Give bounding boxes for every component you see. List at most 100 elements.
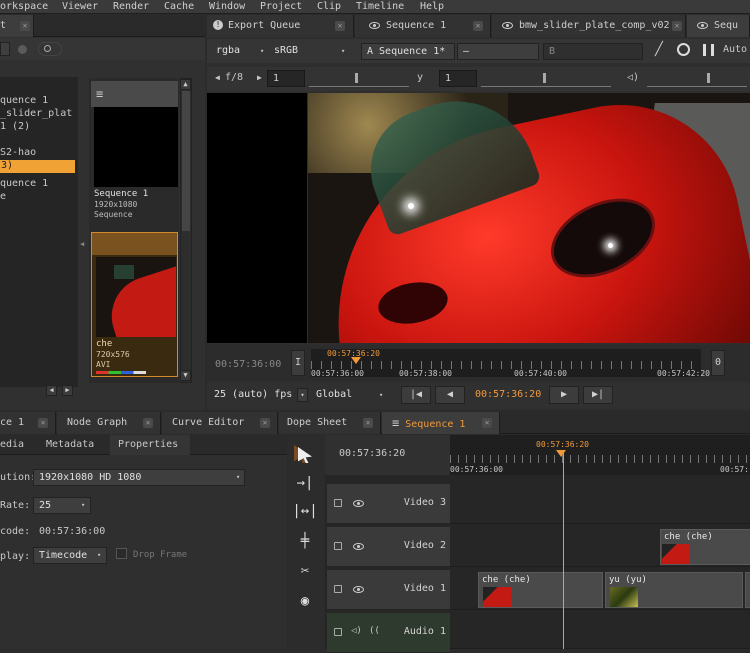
- go-to-start-button[interactable]: |◀: [401, 386, 431, 404]
- track-row-audio-1[interactable]: [450, 613, 750, 649]
- format-dropdown[interactable]: 1920x1080 HD 1080: [33, 469, 245, 486]
- display-dropdown[interactable]: Timecode: [33, 547, 107, 564]
- close-icon[interactable]: ✕: [20, 21, 30, 31]
- track-row-video-1[interactable]: che (che) yu (yu): [450, 570, 750, 610]
- close-icon[interactable]: ✕: [672, 21, 682, 31]
- eye-icon[interactable]: [353, 500, 364, 507]
- clip[interactable]: [745, 572, 750, 608]
- lock-icon[interactable]: [334, 585, 342, 593]
- waveform-icon[interactable]: ((: [369, 626, 380, 636]
- gamma-field[interactable]: 1: [439, 70, 477, 87]
- close-icon[interactable]: ✕: [335, 21, 345, 31]
- gamma-slider[interactable]: [481, 73, 611, 87]
- tab-project[interactable]: t ✕: [0, 15, 34, 37]
- thumbnail-clip-selected[interactable]: che 720x576 AVI: [91, 232, 178, 377]
- auto-label[interactable]: Auto: [723, 44, 747, 55]
- menu-workspace[interactable]: orkspace: [0, 1, 48, 12]
- tab-node-graph[interactable]: Node Graph ✕: [57, 412, 161, 434]
- tab-sequence-viewer[interactable]: Sequ: [687, 15, 750, 37]
- menu-window[interactable]: Window: [209, 1, 245, 12]
- volume-slider[interactable]: [647, 73, 747, 87]
- playhead-icon[interactable]: [556, 450, 566, 457]
- tab-dope-sheet[interactable]: Dope Sheet ✕: [279, 412, 381, 434]
- gear-icon[interactable]: [677, 43, 690, 56]
- speaker-icon[interactable]: ◁): [351, 626, 362, 636]
- menu-cache[interactable]: Cache: [164, 1, 194, 12]
- close-icon[interactable]: ✕: [143, 418, 153, 428]
- timeline-ruler[interactable]: 00:57:36:20 00:57:36:00 00:57:: [450, 435, 750, 475]
- scroll-down-icon[interactable]: ▼: [180, 370, 191, 381]
- menu-viewer[interactable]: Viewer: [62, 1, 98, 12]
- colorspace-dropdown[interactable]: sRGB: [269, 43, 349, 60]
- clip[interactable]: yu (yu): [605, 572, 743, 608]
- start-timecode-value[interactable]: 00:57:36:00: [39, 526, 105, 537]
- audio-icon[interactable]: ◁): [627, 72, 639, 83]
- track-row-video-3[interactable]: [450, 484, 750, 524]
- menu-render[interactable]: Render: [113, 1, 149, 12]
- subtab-metadata[interactable]: Metadata: [46, 439, 94, 450]
- track-header-video-2[interactable]: Video 2: [327, 527, 450, 567]
- search-icon[interactable]: [38, 42, 62, 56]
- menu-project[interactable]: Project: [260, 1, 302, 12]
- multi-tool-icon[interactable]: ◉: [292, 590, 318, 612]
- go-to-end-button[interactable]: ▶|: [583, 386, 613, 404]
- track-header-video-1[interactable]: Video 1: [327, 570, 450, 610]
- playback-timecode[interactable]: 00:57:36:20: [475, 389, 541, 400]
- eye-icon[interactable]: [353, 543, 364, 550]
- close-icon[interactable]: ✕: [260, 418, 270, 428]
- zero-field[interactable]: 0: [711, 350, 725, 376]
- pause-icon[interactable]: [703, 44, 714, 56]
- record-icon[interactable]: [18, 45, 27, 54]
- timeline-timecode[interactable]: 00:57:36:20: [339, 448, 405, 459]
- subtab-properties[interactable]: Properties: [110, 435, 190, 455]
- menu-clip[interactable]: Clip: [317, 1, 341, 12]
- play-button[interactable]: ▶: [549, 386, 579, 404]
- drop-frame-checkbox[interactable]: [116, 548, 127, 559]
- lock-icon[interactable]: [334, 628, 342, 636]
- chevron-down-icon[interactable]: ▾: [297, 388, 308, 402]
- tree-item[interactable]: quence 1: [0, 95, 48, 106]
- fps-dropdown[interactable]: 25 (auto) fps: [209, 387, 297, 404]
- gain-slider[interactable]: [309, 73, 409, 87]
- tab-sequence-timeline[interactable]: ≡ Sequence 1 ✕: [382, 412, 500, 434]
- tree-item[interactable]: _slider_plat: [0, 108, 72, 119]
- prev-fstop-icon[interactable]: ◀: [215, 73, 220, 82]
- menu-timeline[interactable]: Timeline: [356, 1, 404, 12]
- tree-item[interactable]: S2-hao: [0, 147, 36, 158]
- close-icon[interactable]: ✕: [473, 21, 483, 31]
- step-back-button[interactable]: ◀: [435, 386, 465, 404]
- trim-tool-icon[interactable]: |↔|: [292, 500, 318, 522]
- lock-icon[interactable]: [334, 499, 342, 507]
- track-header-video-3[interactable]: Video 3: [327, 484, 450, 524]
- sort-icon[interactable]: ≡: [96, 87, 103, 101]
- clip[interactable]: che (che): [660, 529, 750, 565]
- move-tool-icon[interactable]: →|: [292, 472, 318, 494]
- tab-export-queue[interactable]: ! Export Queue ✕: [207, 15, 354, 37]
- lock-icon[interactable]: [334, 542, 342, 550]
- track-header-audio-1[interactable]: ◁) (( Audio 1: [327, 613, 450, 653]
- timeline-ruler[interactable]: 00:57:36:20 00:57:36:00 00:57:38:00 00:5…: [311, 349, 710, 378]
- gain-field[interactable]: 1: [267, 70, 305, 87]
- close-icon[interactable]: ✕: [363, 418, 373, 428]
- input-a-dropdown[interactable]: A Sequence 1*: [361, 43, 455, 60]
- viewer-image[interactable]: [308, 93, 750, 343]
- input-b-dropdown[interactable]: B: [543, 43, 643, 60]
- in-point-button[interactable]: I: [291, 350, 305, 376]
- tab-viewer-1[interactable]: ce 1 ✕: [0, 412, 56, 434]
- scroll-left-icon[interactable]: ◀: [46, 385, 57, 396]
- tab-curve-editor[interactable]: Curve Editor ✕: [162, 412, 278, 434]
- clip[interactable]: che (che): [478, 572, 603, 608]
- splitter-icon[interactable]: ◀: [80, 240, 86, 252]
- tab-sequence-1[interactable]: Sequence 1 ✕: [355, 15, 491, 37]
- tree-item[interactable]: quence 1: [0, 178, 48, 189]
- tree-item[interactable]: 1 (2): [0, 121, 30, 132]
- slip-tool-icon[interactable]: ╪: [292, 530, 318, 552]
- next-fstop-icon[interactable]: ▶: [257, 73, 262, 82]
- channels-dropdown[interactable]: rgba: [211, 43, 267, 60]
- close-icon[interactable]: ✕: [38, 418, 48, 428]
- menu-help[interactable]: Help: [420, 1, 444, 12]
- tree-item-selected[interactable]: 3): [0, 160, 75, 173]
- tab-bmw-comp[interactable]: bmw_slider_plate_comp_v02 ✕: [492, 15, 686, 37]
- scroll-up-icon[interactable]: ▲: [180, 79, 191, 90]
- input-compare-dropdown[interactable]: —: [457, 43, 539, 60]
